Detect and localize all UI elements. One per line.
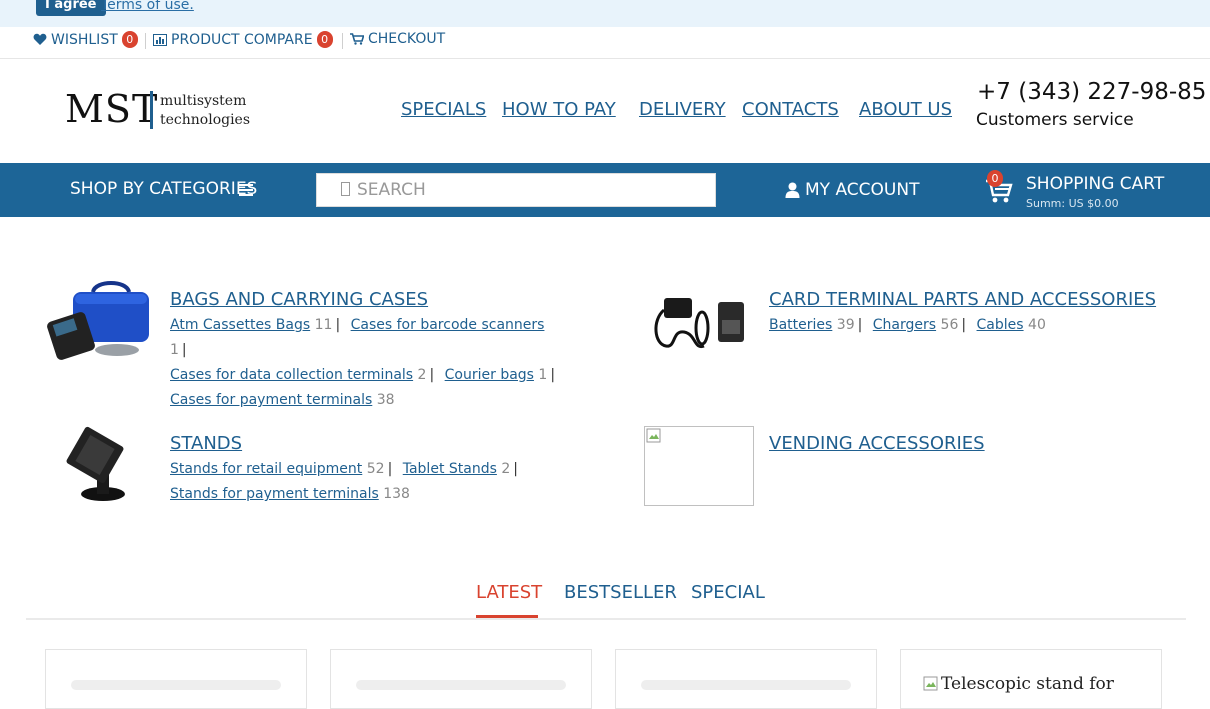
divider: | <box>335 317 341 333</box>
site-header: MST multisystem technologies SPECIALS HO… <box>0 59 1210 163</box>
logo-divider <box>150 91 153 129</box>
subcategory-count: 1 <box>538 367 548 383</box>
customers-service-label: Customers service <box>976 110 1134 130</box>
search-icon <box>341 182 350 196</box>
subcategory-link[interactable]: Courier bags <box>445 367 534 383</box>
product-card[interactable] <box>330 649 592 709</box>
subcategory-count: 11 <box>314 317 333 333</box>
wishlist-label: WISHLIST <box>51 31 118 48</box>
subcategory-count: 39 <box>836 317 855 333</box>
logo-tagline-line2: technologies <box>160 112 251 128</box>
divider <box>342 33 343 49</box>
logo-tagline: multisystem technologies <box>160 92 250 130</box>
product-image <box>356 680 566 690</box>
wishlist-count-badge: 0 <box>121 31 138 48</box>
product-image-alt-text: Telescopic stand for <box>941 674 1114 694</box>
category-title[interactable]: VENDING ACCESSORIES <box>769 433 985 454</box>
cart-summary: Summ: US $0.00 <box>1026 197 1119 210</box>
product-card[interactable] <box>615 649 877 709</box>
checkout-label: CHECKOUT <box>368 31 446 47</box>
product-image <box>71 680 281 690</box>
subcategory-count: 138 <box>383 486 410 502</box>
tab-latest[interactable]: LATEST <box>476 582 542 603</box>
category-title[interactable]: CARD TERMINAL PARTS AND ACCESSORIES <box>769 289 1156 310</box>
shop-by-categories-label: SHOP BY CATEGORIES <box>70 179 258 199</box>
divider: | <box>550 367 556 383</box>
wishlist-link[interactable]: WISHLIST 0 <box>33 31 138 48</box>
divider: | <box>961 317 967 333</box>
subcategory-link[interactable]: Cables <box>977 317 1024 333</box>
subcategory-link[interactable]: Cases for payment terminals <box>170 392 372 408</box>
divider: | <box>513 461 518 477</box>
category-title[interactable]: STANDS <box>170 433 242 454</box>
bags-category-image[interactable] <box>45 280 155 360</box>
stands-category-image[interactable] <box>45 426 155 506</box>
checkout-link[interactable]: CHECKOUT <box>350 31 445 47</box>
tab-special[interactable]: SPECIAL <box>691 582 765 603</box>
product-card[interactable]: Telescopic stand for <box>900 649 1162 709</box>
my-account-label: MY ACCOUNT <box>805 180 920 200</box>
nav-delivery[interactable]: DELIVERY <box>639 99 726 120</box>
product-image <box>641 680 851 690</box>
broken-image-placeholder[interactable] <box>644 426 754 506</box>
subcategory-count: 52 <box>366 461 385 477</box>
cookie-bar: I agree Terms of use. <box>0 0 1210 27</box>
divider: | <box>181 342 187 358</box>
my-account-button[interactable]: MY ACCOUNT <box>785 180 919 200</box>
subcategory-count: 2 <box>417 367 427 383</box>
subcategory-list: Atm Cassettes Bags 11 | Cases for barcode… <box>170 313 570 413</box>
nav-contacts[interactable]: CONTACTS <box>742 99 839 120</box>
product-compare-label: PRODUCT COMPARE <box>171 31 313 48</box>
search-box <box>316 173 716 207</box>
nav-specials[interactable]: SPECIALS <box>401 99 486 120</box>
subcategory-link[interactable]: Tablet Stands <box>403 461 497 477</box>
subcategory-count: 40 <box>1028 317 1046 333</box>
product-compare-link[interactable]: PRODUCT COMPARE 0 <box>153 31 333 48</box>
terminal-parts-category-image[interactable] <box>644 280 754 360</box>
subcategory-link[interactable]: Stands for retail equipment <box>170 461 362 477</box>
divider: | <box>387 461 393 477</box>
subcategory-count: 1 <box>170 342 179 358</box>
active-tab-indicator <box>476 615 538 618</box>
phone-number: +7 (343) 227-98-85 <box>977 79 1207 105</box>
tab-bestseller[interactable]: BESTSELLER <box>564 582 677 603</box>
menu-icon <box>239 184 253 196</box>
divider: | <box>429 367 435 383</box>
subcategory-count: 56 <box>940 317 959 333</box>
subcategory-count: 38 <box>376 392 395 408</box>
bar-chart-icon <box>153 33 167 46</box>
cart-small-icon <box>350 33 364 45</box>
top-links-bar: WISHLIST 0 PRODUCT COMPARE 0 CHECKOUT <box>0 27 1210 59</box>
compare-count-badge: 0 <box>316 31 333 48</box>
subcategory-list: Stands for retail equipment 52 | Tablet S… <box>170 457 570 507</box>
product-card[interactable] <box>45 649 307 709</box>
logo-tagline-line1: multisystem <box>160 93 247 109</box>
main-toolbar: SHOP BY CATEGORIES MY ACCOUNT 0 SHOPPING… <box>0 163 1210 217</box>
broken-image-icon <box>646 428 661 443</box>
terms-link[interactable]: Terms of use. <box>101 0 194 13</box>
subcategory-link[interactable]: Cases for data collection terminals <box>170 367 413 383</box>
search-input[interactable] <box>357 174 707 206</box>
broken-image-icon <box>923 676 938 691</box>
cart-count-badge: 0 <box>987 170 1003 187</box>
shopping-cart-label[interactable]: SHOPPING CART <box>1026 174 1164 194</box>
heart-icon <box>33 33 47 45</box>
nav-how-to-pay[interactable]: HOW TO PAY <box>502 99 616 120</box>
subcategory-link[interactable]: Atm Cassettes Bags <box>170 317 310 333</box>
subcategory-link[interactable]: Cases for barcode scanners <box>351 317 545 333</box>
user-icon <box>785 182 800 198</box>
agree-button[interactable]: I agree <box>36 0 106 16</box>
subcategory-link[interactable]: Batteries <box>769 317 832 333</box>
subcategory-link[interactable]: Stands for payment terminals <box>170 486 379 502</box>
divider <box>145 33 146 49</box>
subcategory-list: Batteries 39 | Chargers 56 | Cables 40 <box>769 313 1169 338</box>
divider: | <box>857 317 863 333</box>
product-tabs: LATEST BESTSELLER SPECIAL <box>26 578 1186 620</box>
nav-about-us[interactable]: ABOUT US <box>859 99 952 120</box>
category-title[interactable]: BAGS AND CARRYING CASES <box>170 289 428 310</box>
subcategory-count: 2 <box>501 461 511 477</box>
logo-mark: MST <box>65 87 159 131</box>
subcategory-link[interactable]: Chargers <box>873 317 936 333</box>
